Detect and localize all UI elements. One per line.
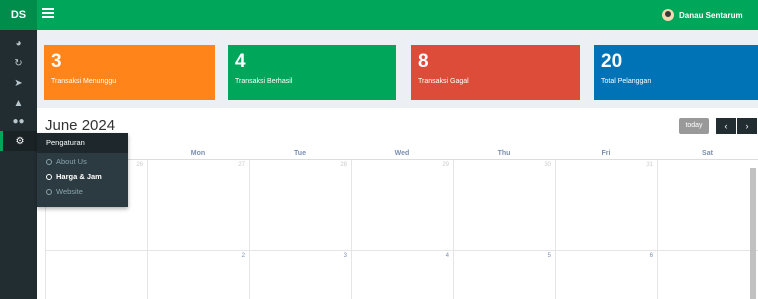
top-navbar: DS Danau Sentarum (0, 0, 758, 30)
day-number: 5 (547, 253, 551, 259)
day-number: 31 (646, 162, 653, 168)
avatar (662, 9, 674, 21)
stat-value: 3 (51, 51, 62, 72)
stat-box-pending[interactable]: 3 Transaksi Menunggu (44, 45, 215, 100)
day-number: 26 (136, 162, 143, 168)
menu-item-label: Website (56, 187, 83, 196)
menu-item-harga-jam[interactable]: Harga & Jam (37, 170, 128, 183)
calendar-day-cell[interactable]: 7 (657, 251, 758, 299)
bell-icon[interactable]: ▲ (0, 93, 37, 113)
sidebar: ◕ ↻ ➤ ▲ ●● ⚙ (0, 30, 37, 299)
stat-box-customers[interactable]: 20 Total Pelanggan (594, 45, 758, 100)
calendar-day-cell[interactable]: 30 (453, 160, 555, 251)
calendar-title: June 2024 (45, 117, 116, 134)
day-header-wed: Wed (351, 150, 453, 160)
app-window: DS Danau Sentarum ◕ ↻ ➤ ▲ ●● ⚙ 3 Transak… (0, 0, 758, 299)
day-header-mon: Mon (147, 150, 249, 160)
day-header-thu: Thu (453, 150, 555, 160)
stat-label: Total Pelanggan (601, 78, 652, 85)
day-header-tue: Tue (249, 150, 351, 160)
user-name: Danau Sentarum (679, 10, 743, 20)
day-number: 29 (442, 162, 449, 168)
users-icon[interactable]: ●● (0, 111, 37, 131)
day-number: 4 (445, 253, 449, 259)
calendar-day-cell[interactable]: 3 (249, 251, 351, 299)
circle-icon (46, 188, 52, 195)
menu-item-label: About Us (56, 157, 87, 166)
circle-icon (46, 173, 52, 180)
day-header-sat: Sat (657, 150, 758, 160)
stat-value: 8 (418, 51, 429, 72)
flyout-title: Pengaturan (37, 133, 128, 153)
next-month-button[interactable]: › (737, 118, 757, 134)
settings-flyout-menu: Pengaturan About Us Harga & Jam Website (37, 133, 128, 207)
user-menu[interactable]: Danau Sentarum (662, 8, 743, 22)
calendar-day-cell[interactable] (45, 251, 147, 299)
day-number: 28 (340, 162, 347, 168)
calendar-day-cell[interactable] (657, 160, 758, 251)
calendar-day-cell[interactable]: 6 (555, 251, 657, 299)
today-button[interactable]: today (679, 118, 709, 134)
stat-label: Transaksi Gagal (418, 78, 469, 85)
calendar-day-cell[interactable]: 27 (147, 160, 249, 251)
stat-value: 20 (601, 51, 623, 72)
stat-box-failed[interactable]: 8 Transaksi Gagal (411, 45, 580, 100)
stat-box-success[interactable]: 4 Transaksi Berhasil (228, 45, 396, 100)
day-header-fri: Fri (555, 150, 657, 160)
day-number: 6 (649, 253, 653, 259)
brand-logo[interactable]: DS (0, 0, 37, 30)
calendar-scrollbar[interactable] (750, 168, 756, 299)
circle-icon (46, 158, 52, 165)
day-number: 27 (238, 162, 245, 168)
day-number: 2 (241, 253, 245, 259)
rocket-icon[interactable]: ➤ (0, 73, 37, 93)
refresh-icon[interactable]: ↻ (0, 53, 37, 73)
menu-toggle-icon[interactable] (42, 8, 54, 20)
menu-item-label: Harga & Jam (56, 172, 102, 181)
gear-icon[interactable]: ⚙ (0, 131, 37, 151)
calendar-day-cell[interactable]: 28 (249, 160, 351, 251)
menu-item-about-us[interactable]: About Us (37, 155, 128, 168)
calendar-day-cell[interactable]: 4 (351, 251, 453, 299)
calendar: June 2024 today ‹ › Sun Mon Tue Wed Thu … (37, 108, 758, 299)
dashboard-icon[interactable]: ◕ (0, 33, 37, 53)
calendar-day-cell[interactable]: 2 (147, 251, 249, 299)
calendar-day-cell[interactable]: 5 (453, 251, 555, 299)
stat-value: 4 (235, 51, 246, 72)
calendar-day-cell[interactable]: 29 (351, 160, 453, 251)
day-number: 30 (544, 162, 551, 168)
stat-label: Transaksi Berhasil (235, 78, 293, 85)
calendar-day-cell[interactable]: 31 (555, 160, 657, 251)
menu-item-website[interactable]: Website (37, 185, 128, 198)
stat-label: Transaksi Menunggu (51, 78, 117, 85)
prev-month-button[interactable]: ‹ (716, 118, 736, 134)
day-number: 3 (343, 253, 347, 259)
